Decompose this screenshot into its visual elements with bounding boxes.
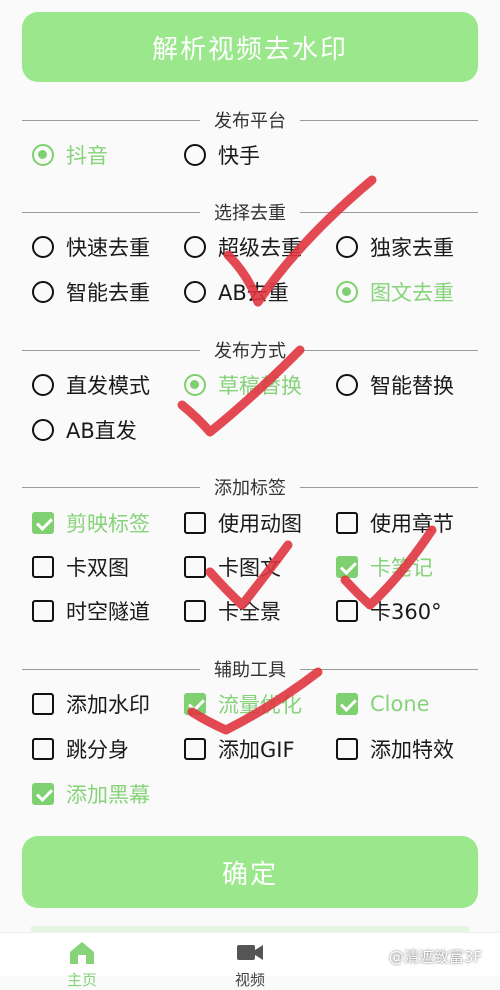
- video-camera-icon: [237, 945, 263, 960]
- radio-draft-replace[interactable]: 草稿替换: [184, 371, 302, 399]
- checkbox-checked-icon: [336, 693, 358, 715]
- checkbox-unchecked-icon: [32, 738, 54, 760]
- checkbox-checked-icon: [32, 783, 54, 805]
- checkbox-panorama[interactable]: 卡全景: [184, 597, 281, 625]
- checkbox-unchecked-icon: [184, 600, 206, 622]
- radio-smart-replace[interactable]: 智能替换: [336, 371, 454, 399]
- radio-unchecked-icon: [336, 236, 358, 258]
- checkbox-jump-clone[interactable]: 跳分身: [32, 735, 129, 763]
- checkbox-checked-icon: [184, 693, 206, 715]
- radio-ab-dedup[interactable]: AB去重: [184, 278, 289, 306]
- nav-home[interactable]: 主页: [32, 939, 132, 990]
- radio-kuaishou[interactable]: 快手: [184, 141, 260, 169]
- checkbox-dual-image[interactable]: 卡双图: [32, 553, 129, 581]
- radio-unchecked-icon: [184, 144, 206, 166]
- checkbox-unchecked-icon: [32, 600, 54, 622]
- radio-smart-dedup[interactable]: 智能去重: [32, 278, 150, 306]
- checkbox-checked-icon: [32, 512, 54, 534]
- checkbox-use-chapters[interactable]: 使用章节: [336, 509, 454, 537]
- radio-direct-mode[interactable]: 直发模式: [32, 371, 150, 399]
- checkbox-add-effects[interactable]: 添加特效: [336, 735, 454, 763]
- checkbox-checked-icon: [336, 556, 358, 578]
- home-icon: [70, 942, 94, 964]
- radio-fast-dedup[interactable]: 快速去重: [32, 233, 150, 261]
- nav-video[interactable]: 视频: [200, 939, 300, 990]
- checkbox-time-tunnel[interactable]: 时空隧道: [32, 597, 150, 625]
- checkbox-traffic-optimize[interactable]: 流量优化: [184, 690, 302, 718]
- checkbox-360[interactable]: 卡360°: [336, 597, 442, 625]
- checkbox-clone[interactable]: Clone: [336, 690, 430, 718]
- radio-unchecked-icon: [32, 419, 54, 441]
- checkbox-unchecked-icon: [184, 556, 206, 578]
- radio-douyin[interactable]: 抖音: [32, 141, 108, 169]
- section-title-tools: 辅助工具: [22, 659, 478, 681]
- watermark-text: @清遮致富3F: [388, 948, 482, 966]
- section-title-platform: 发布平台: [22, 110, 478, 132]
- checkbox-unchecked-icon: [184, 738, 206, 760]
- section-title-tags: 添加标签: [22, 477, 478, 499]
- radio-super-dedup[interactable]: 超级去重: [184, 233, 302, 261]
- checkbox-note-card[interactable]: 卡笔记: [336, 553, 433, 581]
- radio-unchecked-icon: [336, 374, 358, 396]
- checkbox-use-gif[interactable]: 使用动图: [184, 509, 302, 537]
- section-title-dedup: 选择去重: [22, 202, 478, 224]
- radio-unchecked-icon: [184, 281, 206, 303]
- checkbox-unchecked-icon: [336, 512, 358, 534]
- checkbox-image-text-card[interactable]: 卡图文: [184, 553, 281, 581]
- radio-exclusive-dedup[interactable]: 独家去重: [336, 233, 454, 261]
- radio-ab-direct[interactable]: AB直发: [32, 416, 137, 444]
- radio-unchecked-icon: [32, 236, 54, 258]
- checkbox-unchecked-icon: [336, 600, 358, 622]
- section-title-method: 发布方式: [22, 340, 478, 362]
- radio-checked-icon: [32, 144, 54, 166]
- radio-checked-icon: [336, 281, 358, 303]
- checkbox-add-watermark[interactable]: 添加水印: [32, 690, 150, 718]
- checkbox-add-gif[interactable]: 添加GIF: [184, 735, 295, 763]
- confirm-button[interactable]: 确定: [22, 836, 478, 908]
- checkbox-unchecked-icon: [32, 556, 54, 578]
- radio-unchecked-icon: [32, 281, 54, 303]
- checkbox-jianying-tag[interactable]: 剪映标签: [32, 509, 150, 537]
- radio-image-text-dedup[interactable]: 图文去重: [336, 278, 454, 306]
- radio-unchecked-icon: [32, 374, 54, 396]
- checkbox-unchecked-icon: [336, 738, 358, 760]
- radio-checked-icon: [184, 374, 206, 396]
- parse-video-remove-watermark-button[interactable]: 解析视频去水印: [22, 12, 478, 82]
- checkbox-unchecked-icon: [184, 512, 206, 534]
- checkbox-add-black-screen[interactable]: 添加黑幕: [32, 780, 150, 808]
- radio-unchecked-icon: [184, 236, 206, 258]
- checkbox-unchecked-icon: [32, 693, 54, 715]
